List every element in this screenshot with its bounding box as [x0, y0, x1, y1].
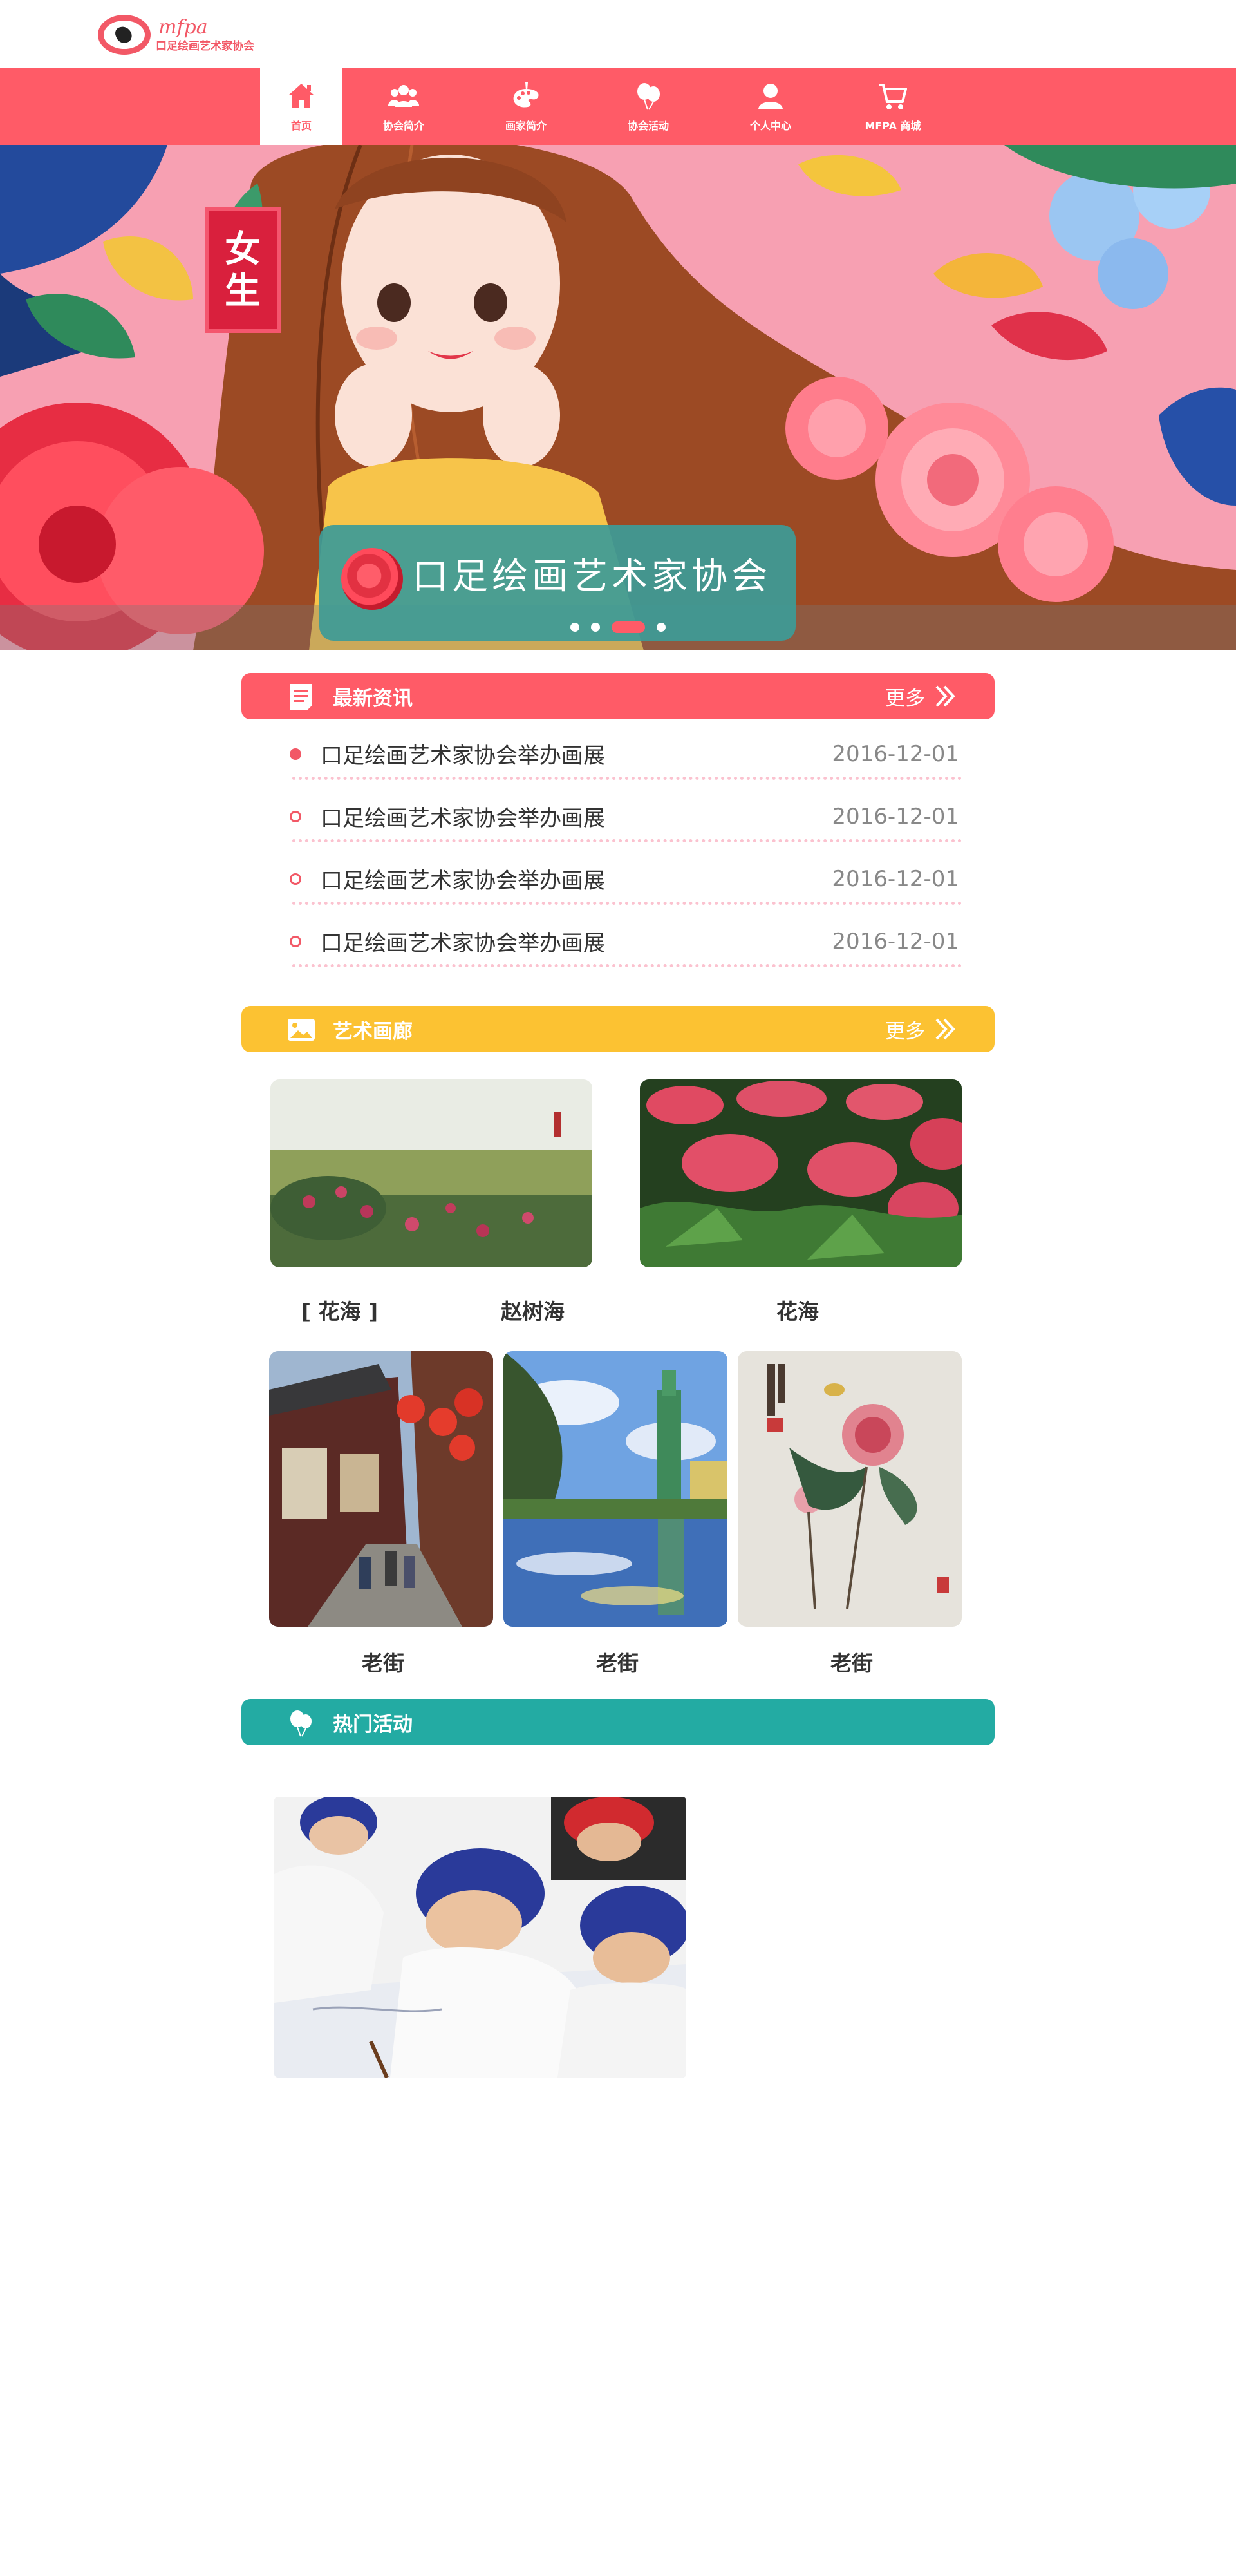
nav-label: 协会活动 [627, 120, 669, 132]
carousel-dot[interactable] [657, 623, 666, 632]
painting-old-street-2[interactable] [503, 1351, 727, 1627]
news-date: 2016-12-01 [832, 866, 959, 892]
news-title: 口足绘画艺术家协会举办画展 [321, 931, 605, 956]
home-icon [288, 84, 314, 108]
gallery-section-header: 艺术画廊 更多 [241, 1006, 995, 1052]
news-item[interactable]: 口足绘画艺术家协会举办画展 2016-12-01 [286, 910, 962, 972]
painting-image [270, 1079, 592, 1267]
logo-cn: 口足绘画艺术家协会 [156, 39, 254, 53]
nav-item-profile[interactable]: 个人中心 [709, 68, 832, 145]
activity-image [274, 1797, 686, 2078]
bullet-icon [290, 810, 301, 822]
gallery-caption-title: 老街 [830, 1651, 873, 1676]
gallery-section-title: 艺术画廊 [333, 1019, 413, 1043]
document-icon [290, 684, 312, 710]
banner-title: 口足绘画艺术家协会 [412, 556, 771, 598]
top-bar: mfpa 口足绘画艺术家协会 [0, 0, 1236, 68]
more-label: 更多 [885, 687, 925, 710]
news-section-header: 最新资讯 更多 [241, 673, 995, 719]
people-icon [388, 85, 419, 107]
carousel-dot[interactable] [570, 623, 579, 632]
painting-image [269, 1351, 493, 1627]
nav-label: MFPA 商城 [865, 120, 921, 132]
painting-flower-sea-2[interactable] [640, 1079, 962, 1267]
nav-item-about[interactable]: 协会简介 [342, 68, 465, 145]
nav-label: 首页 [290, 120, 312, 132]
news-date: 2016-12-01 [832, 928, 959, 954]
gallery-more-link[interactable]: 更多 [885, 1015, 956, 1044]
gallery-caption-title: [ 花海 ] [301, 1299, 379, 1324]
main-nav: 首页 协会简介 画家简介 协会活动 个人中心 MFPA 商城 [0, 68, 1236, 145]
news-list: 口足绘画艺术家协会举办画展 2016-12-01 口足绘画艺术家协会举办画展 2… [286, 723, 962, 972]
carousel-dots [570, 621, 666, 633]
logo-en: mfpa [158, 15, 208, 39]
gallery-caption-title: 老街 [362, 1651, 404, 1676]
painting-flower-sea-1[interactable] [270, 1079, 592, 1267]
nav-label: 协会简介 [382, 120, 424, 132]
balloon-icon [290, 1710, 312, 1737]
carousel-dot-active[interactable] [612, 621, 645, 633]
banner-badge: 女 生 [205, 207, 281, 333]
news-item[interactable]: 口足绘画艺术家协会举办画展 2016-12-01 [286, 723, 962, 785]
double-chevron-right-icon [935, 1018, 955, 1040]
balloon-icon [637, 83, 660, 110]
gallery-caption-artist: 赵树海 [501, 1299, 565, 1324]
gallery-caption-title: 老街 [596, 1651, 639, 1676]
carousel-dot[interactable] [591, 623, 600, 632]
news-date: 2016-12-01 [832, 803, 959, 829]
rose-icon [341, 548, 403, 610]
nav-item-home[interactable]: 首页 [260, 68, 342, 145]
site-logo[interactable]: mfpa 口足绘画艺术家协会 [98, 13, 265, 57]
news-section-title: 最新资讯 [333, 687, 413, 710]
banner-badge-line2: 生 [225, 269, 261, 312]
activity-photo[interactable] [274, 1797, 686, 2078]
news-title: 口足绘画艺术家协会举办画展 [321, 806, 605, 831]
gallery-caption-title: 花海 [776, 1299, 819, 1324]
picture-icon [288, 1019, 315, 1041]
painting-image [640, 1079, 962, 1267]
painting-old-street-1[interactable] [269, 1351, 493, 1627]
bullet-icon [290, 748, 301, 760]
more-label: 更多 [885, 1019, 925, 1043]
painting-image [738, 1351, 962, 1627]
painting-old-street-3[interactable] [738, 1351, 962, 1627]
activities-section-title: 热门活动 [333, 1712, 413, 1736]
news-item[interactable]: 口足绘画艺术家协会举办画展 2016-12-01 [286, 785, 962, 848]
painting-image [503, 1351, 727, 1627]
nav-item-shop[interactable]: MFPA 商城 [832, 68, 954, 145]
logo-mark-icon [98, 15, 151, 55]
nav-item-painters[interactable]: 画家简介 [465, 68, 587, 145]
bullet-icon [290, 873, 301, 885]
bullet-icon [290, 935, 301, 947]
palette-icon [513, 82, 539, 108]
news-date: 2016-12-01 [832, 741, 959, 767]
news-more-link[interactable]: 更多 [885, 682, 956, 711]
cart-icon [879, 84, 907, 109]
nav-label: 个人中心 [749, 120, 791, 132]
nav-item-activities[interactable]: 协会活动 [587, 68, 709, 145]
banner-badge-line1: 女 [225, 228, 261, 271]
user-icon [758, 84, 783, 109]
activities-section-header: 热门活动 [241, 1699, 995, 1745]
nav-label: 画家简介 [505, 120, 547, 132]
news-item[interactable]: 口足绘画艺术家协会举办画展 2016-12-01 [286, 848, 962, 910]
nav-items: 首页 协会简介 画家简介 协会活动 个人中心 MFPA 商城 [260, 68, 954, 145]
double-chevron-right-icon [935, 685, 955, 707]
news-title: 口足绘画艺术家协会举办画展 [321, 743, 605, 769]
hero-banner[interactable]: 女 生 口足绘画艺术家协会 [0, 145, 1236, 650]
news-title: 口足绘画艺术家协会举办画展 [321, 868, 605, 894]
logo-text: mfpa 口足绘画艺术家协会 [156, 15, 254, 53]
